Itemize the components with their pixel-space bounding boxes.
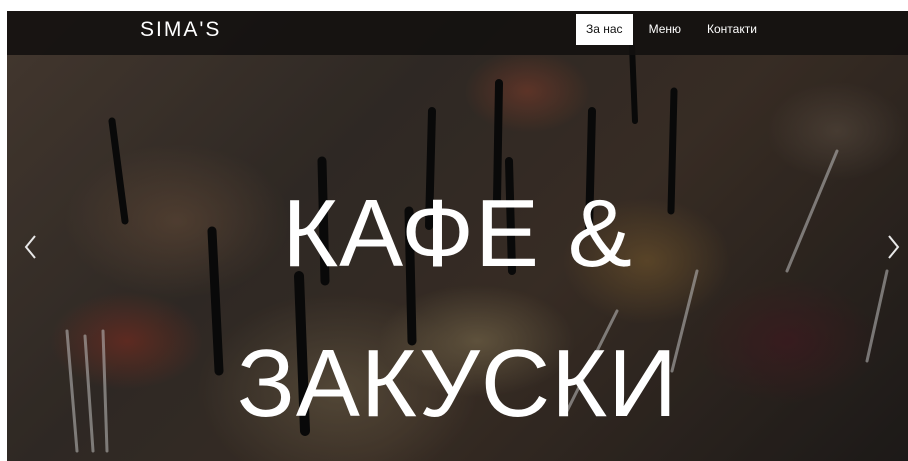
nav-item-contacts[interactable]: Контакти bbox=[694, 14, 770, 45]
top-navbar: SIMA'S За нас Меню Контакти bbox=[7, 11, 908, 55]
hero-headline-line-1: КАФЕ & bbox=[282, 180, 633, 287]
page-frame: SIMA'S За нас Меню Контакти КАФЕ & ЗАКУС… bbox=[7, 11, 908, 461]
brand-logo[interactable]: SIMA'S bbox=[140, 18, 221, 42]
carousel-next-button[interactable] bbox=[883, 233, 903, 261]
chevron-right-icon bbox=[888, 235, 900, 259]
chevron-left-icon bbox=[24, 235, 36, 259]
hero-headline-line-2: ЗАКУСКИ bbox=[236, 330, 679, 437]
nav-item-menu[interactable]: Меню bbox=[636, 14, 694, 45]
carousel-prev-button[interactable] bbox=[21, 233, 41, 261]
nav-item-about[interactable]: За нас bbox=[576, 14, 633, 45]
main-nav: За нас Меню Контакти bbox=[576, 14, 770, 45]
